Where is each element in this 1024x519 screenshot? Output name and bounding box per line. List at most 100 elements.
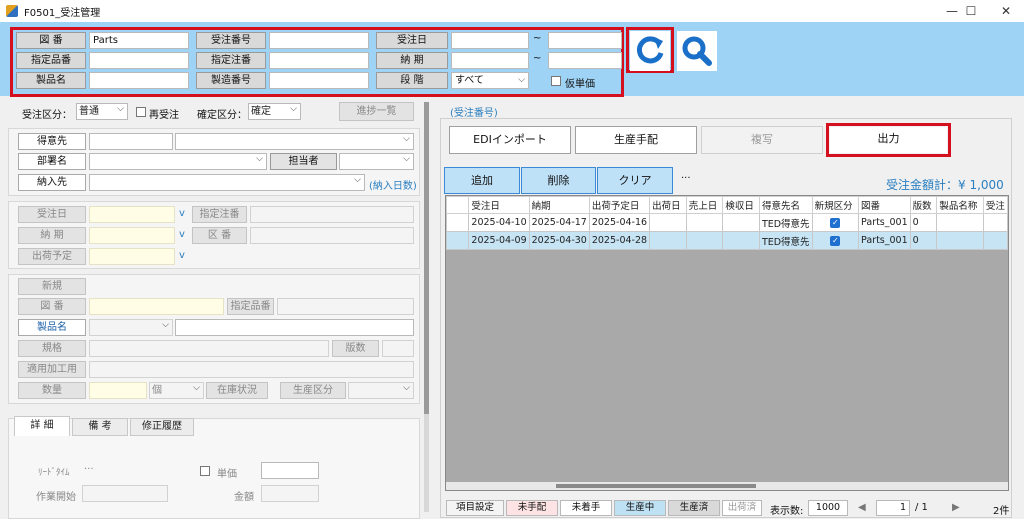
- cell-zuban[interactable]: Parts_001: [858, 213, 911, 232]
- output-button[interactable]: 出力: [830, 127, 947, 153]
- seihin-name-input[interactable]: [175, 319, 414, 336]
- cell-juchu[interactable]: [982, 213, 1008, 232]
- edi-import-button[interactable]: EDIインポート: [449, 126, 571, 154]
- zuban-input[interactable]: Parts: [89, 32, 189, 49]
- cell-nouki[interactable]: 2025-04-17: [528, 213, 590, 232]
- seihin-button[interactable]: 製品名: [18, 319, 86, 336]
- nyunyu-select[interactable]: ⌵: [89, 174, 365, 191]
- cell-tokuisaki[interactable]: TED得意先: [758, 231, 813, 250]
- col-hansu[interactable]: 版数: [909, 196, 938, 214]
- tab-bikou[interactable]: 備 考: [72, 418, 128, 436]
- cell-shukka-date[interactable]: [649, 231, 687, 250]
- tantou-select[interactable]: ⌵: [339, 153, 414, 170]
- nyunyu-button[interactable]: 納入先: [18, 174, 86, 191]
- shitei-hinban-input[interactable]: [277, 298, 414, 315]
- unit-select[interactable]: 個 ⌵: [149, 382, 204, 399]
- col-seihin[interactable]: 製品名称: [936, 196, 984, 214]
- grid-h-scrollbar-thumb[interactable]: [556, 484, 756, 488]
- tokuisaki-code-input[interactable]: [89, 133, 173, 150]
- grid-h-scrollbar[interactable]: [446, 482, 1008, 490]
- tanka-input[interactable]: [261, 462, 319, 479]
- seihin-select[interactable]: ⌵: [89, 319, 173, 336]
- tab-shousai[interactable]: 詳 細: [14, 416, 70, 436]
- hyoji-input[interactable]: 1000: [808, 500, 848, 516]
- next-page-icon[interactable]: ▶: [952, 502, 960, 513]
- tokuisaki-select[interactable]: ⌵: [175, 133, 414, 150]
- row-header[interactable]: [446, 231, 470, 250]
- sagyo-kaishi-input[interactable]: [82, 485, 168, 502]
- cell-seihin[interactable]: [936, 231, 984, 250]
- row-header[interactable]: [446, 213, 470, 232]
- juchu-kubun-select[interactable]: 普通 ⌵: [76, 103, 128, 120]
- sai-juchu-checkbox[interactable]: [136, 107, 146, 117]
- kuban-input[interactable]: [250, 227, 414, 244]
- close-button[interactable]: ✕: [988, 0, 1024, 22]
- tab-shusei[interactable]: 修正履歴: [130, 418, 194, 436]
- col-nouki[interactable]: 納期: [528, 196, 590, 214]
- status-seisanzumi[interactable]: 生産済: [668, 500, 720, 516]
- col-uriage-date[interactable]: 売上日: [685, 196, 724, 214]
- juchu-date-input[interactable]: [89, 206, 175, 223]
- date-picker-icon[interactable]: v: [179, 229, 185, 240]
- status-mitehai[interactable]: 未手配: [506, 500, 558, 516]
- status-seisanchu[interactable]: 生産中: [614, 500, 666, 516]
- search-button[interactable]: [677, 31, 717, 71]
- shinki-button[interactable]: 新規: [18, 278, 86, 295]
- kari-tanka-checkbox[interactable]: [551, 76, 561, 86]
- cell-shukka-yotei[interactable]: 2025-04-28: [588, 231, 651, 250]
- koumoku-settei-button[interactable]: 項目設定: [446, 500, 504, 516]
- delete-button[interactable]: 削除: [521, 167, 596, 194]
- zaiko-button[interactable]: 在庫状況: [206, 382, 268, 399]
- table-row[interactable]: 2025-04-09 2025-04-30 2025-04-28 TED得意先 …: [446, 231, 1008, 250]
- nyunyu-days-link[interactable]: (納入日数): [369, 177, 417, 192]
- cell-shukka-date[interactable]: [649, 213, 687, 232]
- seisan-tehai-button[interactable]: 生産手配: [575, 126, 697, 154]
- col-kenshu-date[interactable]: 検収日: [722, 196, 760, 214]
- status-shukkazumi[interactable]: 出荷済: [722, 500, 762, 516]
- cell-uriage-date[interactable]: [685, 231, 724, 250]
- cell-nouki[interactable]: 2025-04-30: [528, 231, 590, 250]
- refresh-button[interactable]: [630, 31, 670, 71]
- cell-kenshu-date[interactable]: [722, 231, 760, 250]
- checked-checkbox-icon[interactable]: ✓: [830, 236, 841, 246]
- date-picker-icon[interactable]: v: [179, 208, 185, 219]
- col-juchu-date[interactable]: 受注日: [468, 196, 530, 214]
- prev-page-icon[interactable]: ◀: [858, 502, 866, 513]
- col-shinki-kubun[interactable]: 新規区分: [811, 196, 860, 214]
- more-icon[interactable]: ···: [681, 173, 691, 184]
- cell-shinki-kubun[interactable]: ✓: [811, 231, 860, 250]
- shukka-yotei-input[interactable]: [89, 248, 175, 265]
- zuban-input[interactable]: [89, 298, 224, 315]
- juchu-no-input[interactable]: [269, 32, 369, 49]
- cell-juchu-date[interactable]: 2025-04-10: [468, 213, 530, 232]
- seihin-input[interactable]: [89, 72, 189, 89]
- cell-hansu[interactable]: 0: [909, 213, 938, 232]
- tekiyou-input[interactable]: [89, 361, 414, 378]
- cell-hansu[interactable]: 0: [909, 231, 938, 250]
- juchu-date-to-input[interactable]: [548, 32, 622, 49]
- cell-seihin[interactable]: [936, 213, 984, 232]
- cell-juchu-date[interactable]: 2025-04-09: [468, 231, 530, 250]
- cell-kenshu-date[interactable]: [722, 213, 760, 232]
- col-juchu[interactable]: 受注: [982, 196, 1008, 214]
- shitei-chuban-input[interactable]: [250, 206, 414, 223]
- col-shukka-yotei[interactable]: 出荷予定日: [588, 196, 651, 214]
- busho-button[interactable]: 部署名: [18, 153, 86, 170]
- tokuisaki-button[interactable]: 得意先: [18, 133, 86, 150]
- cell-zuban[interactable]: Parts_001: [858, 231, 911, 250]
- dankai-select[interactable]: すべて ⌵: [451, 72, 529, 89]
- cell-uriage-date[interactable]: [685, 213, 724, 232]
- hansu-input[interactable]: [382, 340, 414, 357]
- cell-tokuisaki[interactable]: TED得意先: [758, 213, 813, 232]
- left-scrollbar[interactable]: [424, 102, 429, 512]
- suryo-input[interactable]: [89, 382, 147, 399]
- seizo-no-input[interactable]: [269, 72, 369, 89]
- tanka-checkbox[interactable]: [200, 466, 210, 476]
- cell-juchu[interactable]: [982, 231, 1008, 250]
- cell-shinki-kubun[interactable]: ✓: [811, 213, 860, 232]
- busho-select[interactable]: ⌵: [89, 153, 267, 170]
- cell-shukka-yotei[interactable]: 2025-04-16: [588, 213, 651, 232]
- table-row[interactable]: 2025-04-10 2025-04-17 2025-04-16 TED得意先 …: [446, 213, 1008, 232]
- add-button[interactable]: 追加: [444, 167, 520, 194]
- checked-checkbox-icon[interactable]: ✓: [830, 218, 841, 228]
